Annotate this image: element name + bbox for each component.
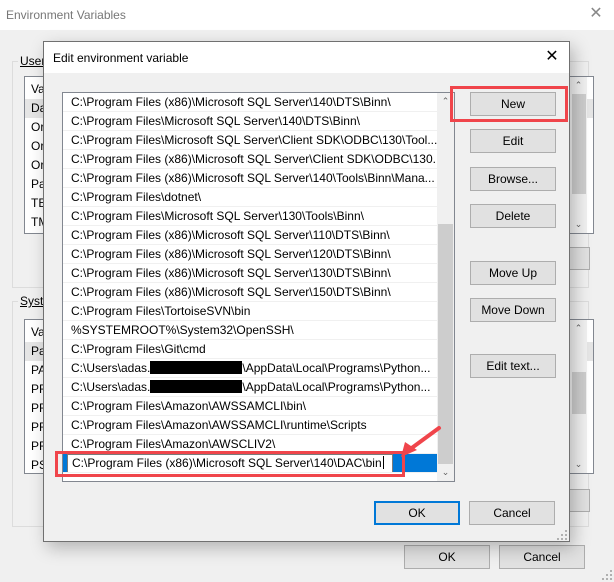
scroll-up-icon[interactable]: ⌃ <box>570 320 587 337</box>
dialog-titlebar: Edit environment variable ✕ <box>44 42 569 73</box>
path-item[interactable]: C:\Program Files\Microsoft SQL Server\14… <box>63 112 438 131</box>
edit-text-button[interactable]: Edit text... <box>470 354 556 378</box>
path-item[interactable]: C:\Program Files\Amazon\AWSSAMCLI\runtim… <box>63 416 438 435</box>
path-item[interactable]: C:\Program Files (x86)\Microsoft SQL Ser… <box>63 226 438 245</box>
resize-grip-icon[interactable] <box>557 530 567 540</box>
path-edit-value: C:\Program Files (x86)\Microsoft SQL Ser… <box>72 456 382 470</box>
user-list-scrollbar[interactable]: ⌃ ⌄ <box>570 77 587 233</box>
path-item[interactable]: C:\Program Files (x86)\Microsoft SQL Ser… <box>63 150 438 169</box>
path-item[interactable]: C:\Program Files (x86)\Microsoft SQL Ser… <box>63 264 438 283</box>
path-item[interactable]: C:\Program Files (x86)\Microsoft SQL Ser… <box>63 245 438 264</box>
close-icon[interactable]: ✕ <box>541 46 563 68</box>
resize-grip-icon[interactable] <box>602 570 612 580</box>
delete-button[interactable]: Delete <box>470 204 556 228</box>
system-list-scrollbar[interactable]: ⌃ ⌄ <box>570 320 587 473</box>
text-caret <box>382 456 384 469</box>
move-down-button[interactable]: Move Down <box>470 298 556 322</box>
scroll-down-icon[interactable]: ⌄ <box>570 456 587 473</box>
path-item[interactable]: C:\Program Files\Git\cmd <box>63 340 438 359</box>
scroll-down-icon[interactable]: ⌄ <box>437 464 454 481</box>
path-prefix: C:\Users\adas. <box>71 361 151 375</box>
path-prefix: C:\Users\adas. <box>71 380 151 394</box>
annotation-arrow-icon <box>401 426 441 457</box>
redaction-block <box>150 380 243 393</box>
background-window-title: Environment Variables <box>6 8 126 22</box>
browse-button[interactable]: Browse... <box>470 167 556 191</box>
background-close-icon[interactable]: ✕ <box>586 4 606 24</box>
path-item[interactable]: C:\Program Files\dotnet\ <box>63 188 438 207</box>
cancel-button[interactable]: Cancel <box>469 501 555 525</box>
scrollbar-thumb[interactable] <box>572 372 586 414</box>
path-item[interactable]: C:\Program Files (x86)\Microsoft SQL Ser… <box>63 169 438 188</box>
scroll-up-icon[interactable]: ⌃ <box>437 93 454 110</box>
path-item[interactable]: C:\Program Files (x86)\Microsoft SQL Ser… <box>63 93 438 112</box>
dialog-title: Edit environment variable <box>53 51 189 65</box>
edit-environment-variable-dialog: Edit environment variable ✕ C:\Program F… <box>43 41 570 542</box>
bg-ok-button[interactable]: OK <box>404 545 490 569</box>
path-item[interactable]: %SYSTEMROOT%\System32\OpenSSH\ <box>63 321 438 340</box>
path-item[interactable]: C:\Program Files\Microsoft SQL Server\Cl… <box>63 131 438 150</box>
edit-button[interactable]: Edit <box>470 129 556 153</box>
path-item[interactable]: C:\Program Files\Amazon\AWSCLIV2\ <box>63 435 438 454</box>
scroll-up-icon[interactable]: ⌃ <box>570 77 587 94</box>
scroll-down-icon[interactable]: ⌄ <box>570 216 587 233</box>
path-item[interactable]: C:\Program Files\Microsoft SQL Server\13… <box>63 207 438 226</box>
scrollbar-thumb[interactable] <box>572 94 586 194</box>
path-suffix: \AppData\Local\Programs\Python... <box>242 361 431 375</box>
path-suffix: \AppData\Local\Programs\Python... <box>242 380 431 394</box>
new-button[interactable]: New <box>470 92 556 116</box>
path-item-redacted[interactable]: C:\Users\adas. \AppData\Local\Programs\Py… <box>63 378 438 397</box>
path-edit-input[interactable]: C:\Program Files (x86)\Microsoft SQL Ser… <box>67 454 393 472</box>
path-item[interactable]: C:\Program Files\Amazon\AWSSAMCLI\bin\ <box>63 397 438 416</box>
move-up-button[interactable]: Move Up <box>470 261 556 285</box>
bg-cancel-button[interactable]: Cancel <box>499 545 585 569</box>
path-item-redacted[interactable]: C:\Users\adas. \AppData\Local\Programs\Py… <box>63 359 438 378</box>
path-item[interactable]: C:\Program Files (x86)\Microsoft SQL Ser… <box>63 283 438 302</box>
user-variables-label-text: User <box>20 54 46 68</box>
path-item[interactable]: C:\Program Files\TortoiseSVN\bin <box>63 302 438 321</box>
ok-button[interactable]: OK <box>374 501 460 525</box>
redaction-block <box>150 361 243 374</box>
background-window-titlebar: Environment Variables ✕ <box>0 0 614 30</box>
path-item-editing[interactable]: C:\Program Files (x86)\Microsoft SQL Ser… <box>63 454 438 473</box>
